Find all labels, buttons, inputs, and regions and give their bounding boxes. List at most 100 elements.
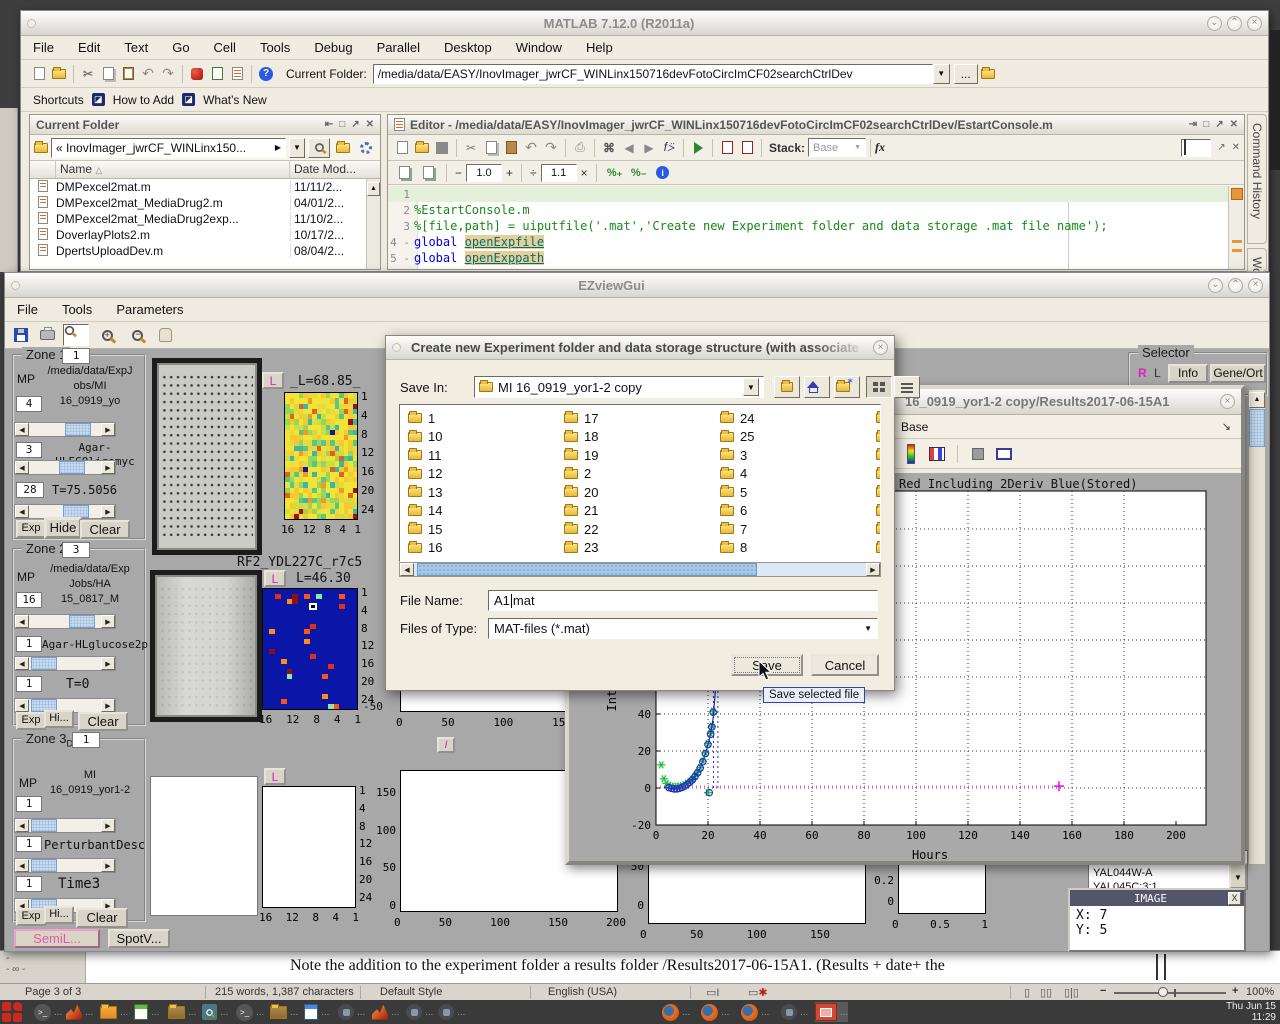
matlab-menu-desktop[interactable]: Desktop (444, 40, 492, 55)
zoom-slider[interactable] (1114, 992, 1226, 994)
multi-page-view-icon[interactable]: ▯▯ (1040, 986, 1052, 999)
results-scrollbar[interactable]: ▲ (1248, 389, 1266, 865)
legend-icon[interactable] (928, 446, 946, 462)
current-folder-input[interactable]: /media/data/EASY/InovImager_jwrCF_WINLin… (373, 64, 933, 84)
col-date[interactable]: Date Mod... (290, 161, 366, 178)
up-folder-icon[interactable] (979, 66, 997, 82)
book-view-icon[interactable]: ▯|▯ (1064, 986, 1079, 999)
folder-dropdown-icon[interactable]: ▼ (933, 64, 950, 84)
dialog-folder-item[interactable]: 17 (556, 409, 712, 428)
taskbar-item-calc[interactable]: ... (134, 1002, 159, 1022)
ezview-menu-file[interactable]: File (17, 302, 38, 317)
undo-icon[interactable]: ↶ (139, 66, 157, 82)
taskbar-item-logo[interactable] (2, 1002, 22, 1022)
dialog-folder-item[interactable]: 20 (556, 483, 712, 502)
matlab-menu-debug[interactable]: Debug (314, 40, 352, 55)
page-indicator[interactable]: Page 3 of 3 (25, 986, 81, 998)
dialog-folder-item[interactable]: 19 (556, 446, 712, 465)
close-icon[interactable]: X (1228, 892, 1241, 905)
code-line[interactable]: 5 -global openExppath (388, 250, 1228, 266)
editor-header[interactable]: Editor - /media/data/EASY/InovImager_jwr… (388, 115, 1244, 135)
zone1-l-button[interactable]: L (262, 372, 284, 389)
next-cell-icon[interactable] (419, 165, 437, 181)
zone3-pert-field[interactable]: 1 (16, 836, 42, 852)
taskbar-item-firefox[interactable]: ... (662, 1002, 690, 1022)
insert-mode-icon[interactable]: ▭I (706, 986, 719, 999)
results-stack-value[interactable]: Base (901, 420, 928, 434)
dialog-folder-item[interactable]: 24 (712, 409, 868, 428)
maximize-panel-icon[interactable]: □ (339, 119, 345, 130)
dialog-folder-item[interactable] (868, 502, 881, 521)
taskbar-item-matlab[interactable]: ... (66, 1002, 93, 1022)
taskbar-item-matlab[interactable]: ... (372, 1002, 399, 1022)
actions-gear-icon[interactable] (357, 140, 375, 156)
dialog-folder-item[interactable]: 10 (400, 428, 556, 447)
print-icon[interactable] (38, 327, 56, 343)
taskbar-item-app[interactable]: ... (338, 1002, 365, 1022)
matlab-menu-edit[interactable]: Edit (78, 40, 100, 55)
profiler-icon[interactable] (228, 66, 246, 82)
zone2-media-field[interactable]: 1 (16, 636, 42, 652)
dock-icon[interactable]: ⇤ (325, 119, 333, 130)
ezview-menu-tools[interactable]: Tools (62, 302, 92, 317)
dialog-folder-item[interactable]: 16 (400, 539, 556, 558)
back-icon[interactable]: ◀ (620, 140, 638, 156)
dialog-folder-item[interactable]: 6 (712, 502, 868, 521)
editor-scrollbar[interactable] (1228, 186, 1244, 269)
zoom-in-icon[interactable]: + (1232, 985, 1238, 997)
zoom-out-icon[interactable]: − (1100, 985, 1106, 997)
code-line[interactable]: 1 (388, 186, 1228, 202)
zone1-plate-image[interactable] (152, 358, 262, 555)
tab-workspace[interactable]: Worksp (1247, 248, 1267, 272)
info-icon[interactable]: i (654, 165, 672, 181)
forward-icon[interactable]: ▶ (640, 140, 658, 156)
zone1-slider-2[interactable]: ◀▶ (14, 460, 116, 475)
zone3-plate-plot[interactable] (150, 776, 258, 916)
dialog-folder-item[interactable]: 14 (400, 502, 556, 521)
up-one-folder-icon[interactable] (334, 140, 352, 156)
zoom-in-field[interactable]: 1.1 (541, 164, 577, 182)
address-bar[interactable]: « InovImager_jwrCF_WINLinx150...▶ (51, 138, 286, 158)
dialog-folder-item[interactable]: 8 (712, 539, 868, 558)
writer-document[interactable]: -- ∞ - Note the addition to the experime… (0, 950, 1280, 983)
close-icon[interactable]: × (1248, 278, 1263, 293)
taskbar-item-term[interactable]: >_... (34, 1002, 62, 1022)
dialog-folder-item[interactable] (868, 465, 881, 484)
simulink-icon[interactable] (188, 66, 206, 82)
axes-box-icon[interactable] (995, 446, 1013, 462)
file-row[interactable]: DoverlayPlots2.m10/17/2... (30, 227, 366, 243)
taskbar-item-app[interactable]: ... (406, 1002, 433, 1022)
folder-scrollbar[interactable]: ▲ (366, 179, 380, 269)
dialog-folder-item[interactable] (868, 446, 881, 465)
bookmark-icon[interactable]: ▭✱ (748, 986, 768, 999)
taskbar-item-folder-brown[interactable]: ... (270, 1002, 298, 1022)
increase-icon[interactable]: + (506, 166, 513, 180)
window-menu-icon[interactable] (27, 19, 36, 28)
window-menu-icon[interactable] (392, 343, 401, 352)
zone1-slider-1[interactable]: ◀▶ (14, 422, 116, 437)
fx-icon[interactable]: fx (875, 140, 885, 155)
zone2-num-field[interactable]: 3 (62, 542, 90, 558)
dialog-folder-item[interactable]: 22 (556, 520, 712, 539)
single-page-view-icon[interactable]: ▯ (1024, 986, 1030, 999)
matlab-titlebar[interactable]: MATLAB 7.12.0 (R2011a) ⌄ ⌃ × (21, 11, 1268, 36)
dialog-folder-item[interactable]: 5 (712, 483, 868, 502)
undock-icon[interactable]: ↗ (351, 119, 359, 130)
dialog-folder-item[interactable]: 18 (556, 428, 712, 447)
zone2-heatmap[interactable] (262, 588, 358, 710)
image-panel-titlebar[interactable]: IMAGE X (1070, 890, 1244, 906)
new-icon[interactable] (393, 140, 411, 156)
save-icon[interactable] (433, 140, 451, 156)
help-icon[interactable]: ? (257, 66, 275, 82)
close-icon[interactable]: × (1220, 394, 1235, 409)
matlab-menu-help[interactable]: Help (586, 40, 613, 55)
paste-icon[interactable] (119, 66, 137, 82)
view-mode-dropdown[interactable] (1181, 139, 1211, 157)
dialog-folder-item[interactable]: 15 (400, 520, 556, 539)
code-area[interactable]: 12%EstartConsole.m3%[file,path] = uiputf… (388, 186, 1228, 269)
language-selector[interactable]: English (USA) (548, 986, 617, 998)
folder-list[interactable]: 1101112131415161718192202122232425345678 (399, 404, 881, 562)
semilog-button[interactable]: SemiL... (14, 929, 100, 948)
dialog-folder-item[interactable]: 12 (400, 465, 556, 484)
colorbar-icon[interactable] (902, 446, 920, 462)
